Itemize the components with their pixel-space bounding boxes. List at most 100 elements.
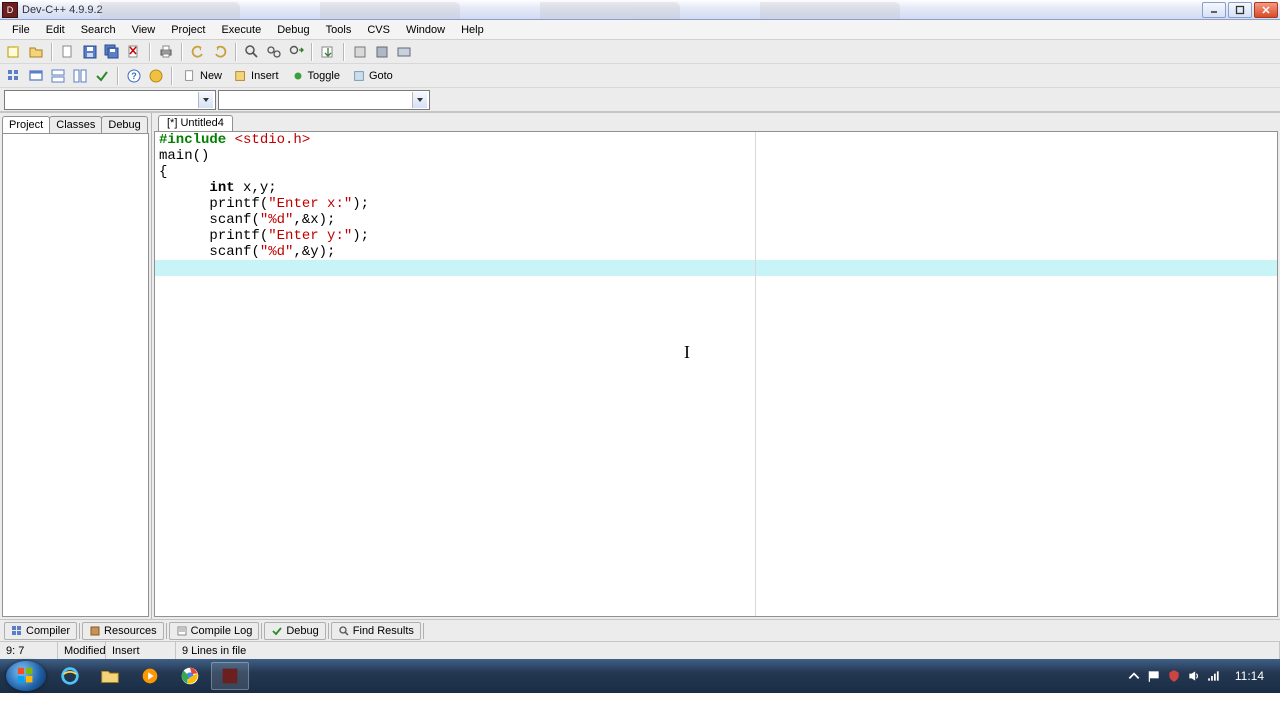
status-position: 9: 7 xyxy=(0,642,58,659)
save-icon[interactable] xyxy=(80,42,100,62)
menu-view[interactable]: View xyxy=(124,22,164,38)
system-tray: 11:14 xyxy=(1127,669,1278,683)
menu-cvs[interactable]: CVS xyxy=(359,22,398,38)
menu-tools[interactable]: Tools xyxy=(318,22,360,38)
new-project-icon[interactable] xyxy=(4,42,24,62)
code-line: int x,y; xyxy=(155,180,1277,196)
code-editor[interactable]: #include <stdio.h>main(){ int x,y; print… xyxy=(154,131,1278,617)
tile-h-icon[interactable] xyxy=(48,66,68,86)
run-icon[interactable] xyxy=(372,42,392,62)
compile-icon[interactable] xyxy=(350,42,370,62)
code-line: printf("Enter x:"); xyxy=(155,196,1277,212)
help-icon[interactable]: ? xyxy=(124,66,144,86)
main-area: ProjectClassesDebug [*] Untitled4 #inclu… xyxy=(0,113,1280,619)
menu-edit[interactable]: Edit xyxy=(38,22,73,38)
code-line: scanf("%d",&y); xyxy=(155,244,1277,260)
tray-clock[interactable]: 11:14 xyxy=(1227,669,1272,683)
replace-icon[interactable] xyxy=(264,42,284,62)
project-tree[interactable] xyxy=(2,133,149,617)
menu-debug[interactable]: Debug xyxy=(269,22,317,38)
right-margin-line xyxy=(755,132,756,616)
bottom-tab-compiler[interactable]: Compiler xyxy=(4,622,77,640)
tray-flag-icon[interactable] xyxy=(1147,669,1161,683)
left-panel: ProjectClassesDebug xyxy=(0,113,152,619)
goto-bookmark-button[interactable]: Goto xyxy=(347,66,398,86)
menu-project[interactable]: Project xyxy=(163,22,213,38)
taskbar-explorer-icon[interactable] xyxy=(91,662,129,690)
undo-icon[interactable] xyxy=(188,42,208,62)
svg-text:?: ? xyxy=(131,71,137,81)
taskbar-ie-icon[interactable] xyxy=(51,662,89,690)
menu-search[interactable]: Search xyxy=(73,22,124,38)
windows-taskbar: 11:14 xyxy=(0,659,1280,693)
app-icon: D xyxy=(2,2,18,18)
tray-arrow-icon[interactable] xyxy=(1127,669,1141,683)
close-file-icon[interactable] xyxy=(124,42,144,62)
left-tab-project[interactable]: Project xyxy=(2,116,50,133)
menu-file[interactable]: File xyxy=(4,22,38,38)
taskbar-wmp-icon[interactable] xyxy=(131,662,169,690)
class-combo[interactable] xyxy=(4,90,216,110)
left-tab-classes[interactable]: Classes xyxy=(49,116,102,133)
taskbar-devcpp-icon[interactable] xyxy=(211,662,249,690)
text-cursor-icon: I xyxy=(684,344,690,360)
close-button[interactable] xyxy=(1254,2,1278,18)
window-title: Dev-C++ 4.9.9.2 xyxy=(22,4,103,16)
print-icon[interactable] xyxy=(156,42,176,62)
toolbar-row-3 xyxy=(0,88,1280,112)
menu-bar: FileEditSearchViewProjectExecuteDebugToo… xyxy=(0,20,1280,40)
left-tabs: ProjectClassesDebug xyxy=(0,113,151,133)
menu-window[interactable]: Window xyxy=(398,22,453,38)
code-line: main() xyxy=(155,148,1277,164)
member-combo[interactable] xyxy=(218,90,430,110)
save-all-icon[interactable] xyxy=(102,42,122,62)
bottom-tab-compile-log[interactable]: Compile Log xyxy=(169,622,260,640)
status-mode: Insert xyxy=(106,642,176,659)
minimize-button[interactable] xyxy=(1202,2,1226,18)
new-file-icon[interactable] xyxy=(58,42,78,62)
bottom-tab-debug[interactable]: Debug xyxy=(264,622,325,640)
grid-icon[interactable] xyxy=(4,66,24,86)
left-tab-debug[interactable]: Debug xyxy=(101,116,147,133)
maximize-button[interactable] xyxy=(1228,2,1252,18)
new-bookmark-button[interactable]: New xyxy=(178,66,227,86)
file-tabs: [*] Untitled4 xyxy=(152,113,1280,131)
toggle-bookmark-button[interactable]: Toggle xyxy=(286,66,345,86)
find-icon[interactable] xyxy=(242,42,262,62)
status-modified: Modified xyxy=(58,642,106,659)
status-bar: 9: 7 Modified Insert 9 Lines in file xyxy=(0,641,1280,659)
goto-label: Goto xyxy=(369,70,393,82)
title-bar: D Dev-C++ 4.9.9.2 xyxy=(0,0,1280,20)
code-line: printf("Enter y:"); xyxy=(155,228,1277,244)
insert-label: Insert xyxy=(251,70,279,82)
code-line: #include <stdio.h> xyxy=(155,132,1277,148)
find-next-icon[interactable] xyxy=(286,42,306,62)
menu-execute[interactable]: Execute xyxy=(213,22,269,38)
goto-line-icon[interactable] xyxy=(318,42,338,62)
open-icon[interactable] xyxy=(26,42,46,62)
about-icon[interactable] xyxy=(146,66,166,86)
insert-bookmark-button[interactable]: Insert xyxy=(229,66,284,86)
menu-help[interactable]: Help xyxy=(453,22,492,38)
file-tab-untitled[interactable]: [*] Untitled4 xyxy=(158,115,233,131)
bottom-tab-find-results[interactable]: Find Results xyxy=(331,622,421,640)
tray-network-icon[interactable] xyxy=(1207,669,1221,683)
code-line: { xyxy=(155,164,1277,180)
toolbars: ? New Insert Toggle Goto xyxy=(0,40,1280,113)
bottom-tabs: Compiler Resources Compile LogDebug Find Re… xyxy=(0,619,1280,641)
compile-run-icon[interactable] xyxy=(394,42,414,62)
check-icon[interactable] xyxy=(92,66,112,86)
status-lines: 9 Lines in file xyxy=(176,642,1280,659)
bottom-tab-resources[interactable]: Resources xyxy=(82,622,164,640)
new-label: New xyxy=(200,70,222,82)
tray-shield-icon[interactable] xyxy=(1167,669,1181,683)
tray-volume-icon[interactable] xyxy=(1187,669,1201,683)
taskbar-chrome-icon[interactable] xyxy=(171,662,209,690)
start-button[interactable] xyxy=(6,661,46,691)
tile-v-icon[interactable] xyxy=(70,66,90,86)
code-line xyxy=(155,260,1277,276)
redo-icon[interactable] xyxy=(210,42,230,62)
editor-panel: [*] Untitled4 #include <stdio.h>main(){ … xyxy=(152,113,1280,619)
window-icon[interactable] xyxy=(26,66,46,86)
toolbar-row-1 xyxy=(0,40,1280,64)
